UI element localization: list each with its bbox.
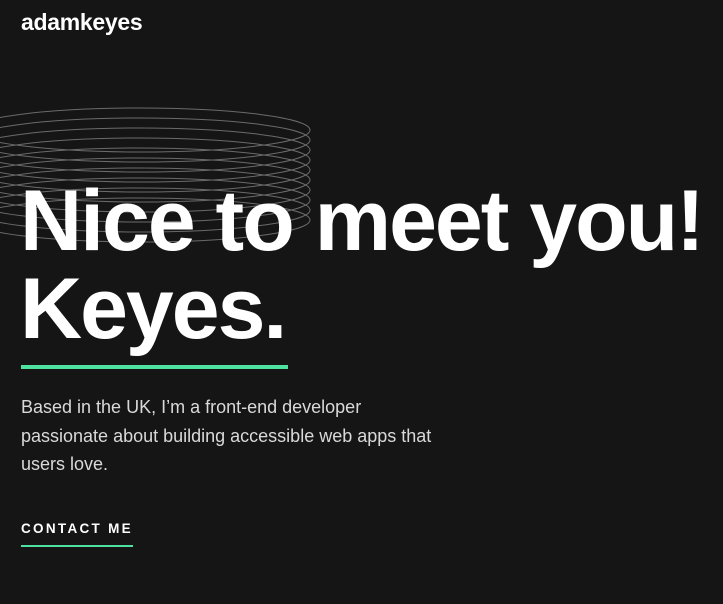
intro-paragraph: Based in the UK, I’m a front-end develop… bbox=[21, 397, 432, 474]
hero-heading-name: Keyes. bbox=[20, 261, 287, 357]
contact-me-link[interactable]: CONTACT ME bbox=[21, 521, 133, 547]
hero-heading-greeting: Nice to meet you! bbox=[20, 173, 705, 269]
site-logo[interactable]: adamkeyes bbox=[21, 8, 143, 36]
name-underline bbox=[21, 365, 288, 369]
